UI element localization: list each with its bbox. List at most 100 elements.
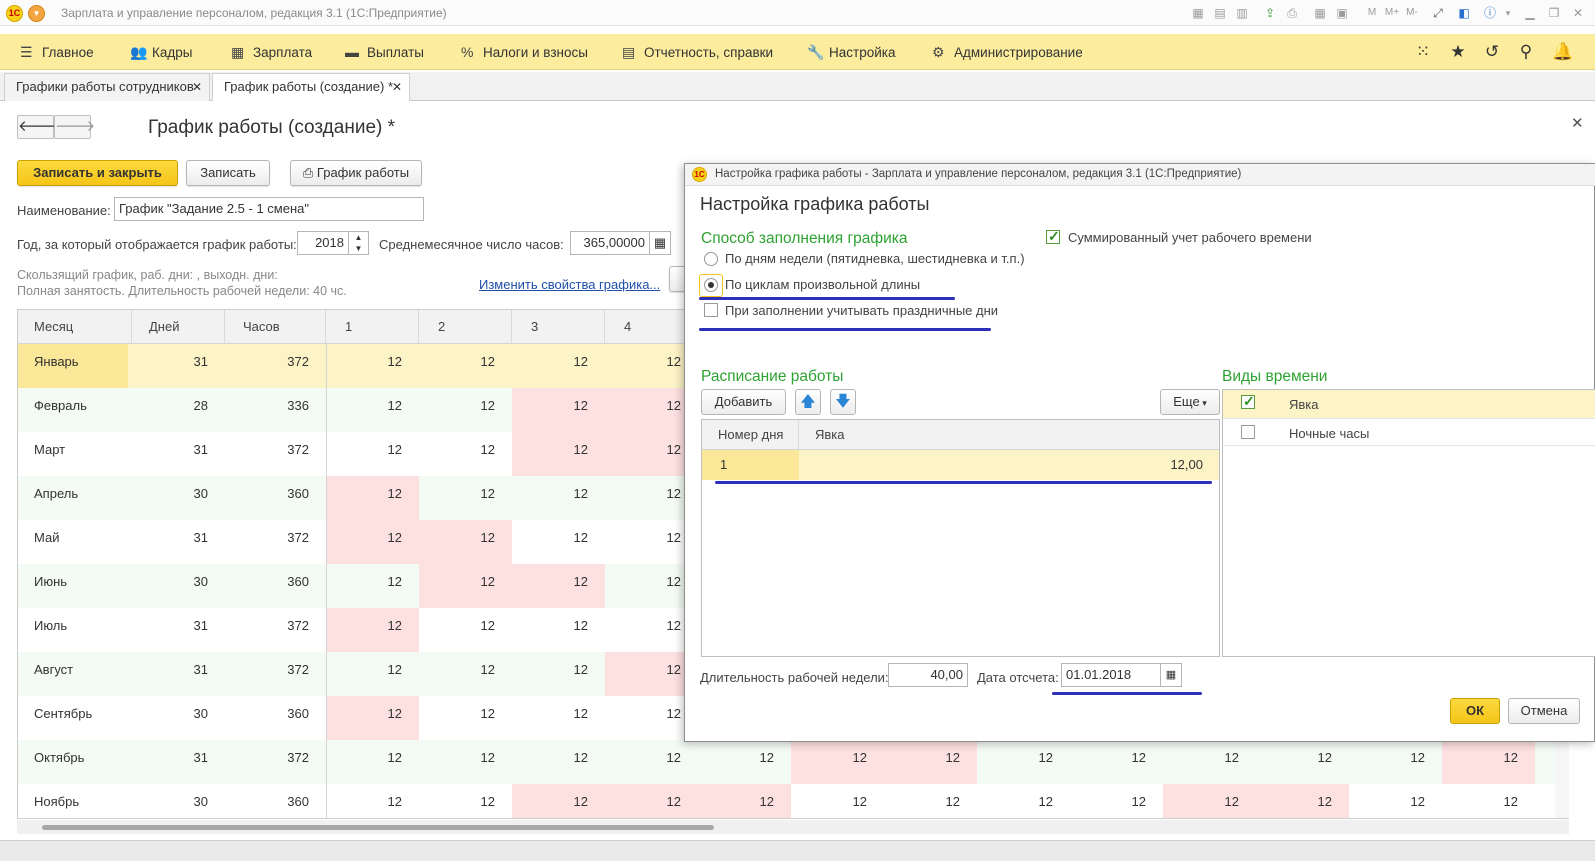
ref-date-field[interactable]: 01.01.2018 xyxy=(1061,663,1161,687)
calc-icon[interactable]: ▦ xyxy=(1312,5,1328,21)
list-item[interactable]: Явка xyxy=(1223,390,1595,418)
forward-button[interactable]: 🡒 xyxy=(54,115,95,139)
column-header[interactable]: 2 xyxy=(419,310,512,344)
annotation-underline xyxy=(699,328,991,331)
table-row[interactable]: 1 12,00 xyxy=(702,450,1219,480)
column-separator xyxy=(326,784,327,818)
time-type-checkbox[interactable] xyxy=(1241,425,1255,439)
save-icon[interactable]: ▦ xyxy=(1190,5,1206,21)
move-up-icon[interactable]: 🡅 xyxy=(795,389,821,415)
day-cell: 12 xyxy=(945,794,960,809)
day-cell: 12 xyxy=(480,398,495,413)
add-button[interactable]: Добавить xyxy=(701,389,786,415)
more-button[interactable]: Еще ▾ xyxy=(1160,389,1220,415)
ok-button[interactable]: ОК xyxy=(1450,698,1500,724)
move-down-icon[interactable]: 🡇 xyxy=(830,389,856,415)
day-cell: 12 xyxy=(480,354,495,369)
restore-icon[interactable]: ❐ xyxy=(1546,5,1562,21)
column-header[interactable]: Дней xyxy=(132,310,225,344)
time-type-checkbox[interactable] xyxy=(1241,393,1255,410)
close-icon[interactable]: ✕ xyxy=(1570,5,1586,21)
day-cell: 12 xyxy=(573,750,588,765)
menu-item-reports[interactable]: ▤ Отчетность, справки xyxy=(622,34,773,70)
bell-icon[interactable]: 🔔 xyxy=(1552,42,1573,62)
help-icon[interactable]: ⓘ xyxy=(1482,5,1498,21)
radio-cycles[interactable] xyxy=(704,278,718,292)
calendar-icon[interactable]: ▣ xyxy=(1334,5,1350,21)
menu-item-taxes[interactable]: % Налоги и взносы xyxy=(461,34,588,70)
menu-item-main[interactable]: ☰ Главное xyxy=(20,34,94,70)
menu-item-salary[interactable]: ▦ Зарплата xyxy=(231,34,312,70)
summed-accounting-checkbox[interactable] xyxy=(1046,228,1060,245)
calculator-icon[interactable]: ▦ xyxy=(649,231,671,255)
day-cell: 12 xyxy=(1256,784,1349,818)
fullscreen-icon[interactable]: ⤢ xyxy=(1430,5,1446,21)
week-length-field[interactable]: 40,00 xyxy=(888,663,968,687)
table-row[interactable]: Ноябрь 30 360 12 12 12 12 12 12 12 12 12 12 12 12 12 xyxy=(18,784,1568,818)
day-cell: 12 xyxy=(326,608,419,652)
day-cell: 12 xyxy=(387,750,402,765)
menu-item-payments[interactable]: ▬ Выплаты xyxy=(345,34,424,70)
menu-item-settings[interactable]: 🔧 Настройка xyxy=(807,34,895,70)
cancel-button[interactable]: Отмена xyxy=(1508,698,1580,724)
list-item[interactable]: Ночные часы xyxy=(1223,418,1595,446)
close-form-icon[interactable]: ✕ xyxy=(1571,114,1584,132)
tab-employee-schedules[interactable]: Графики работы сотрудников ✕ xyxy=(4,73,210,101)
scroll-thumb[interactable] xyxy=(42,825,714,830)
change-properties-link[interactable]: Изменить свойства графика... xyxy=(479,277,660,292)
menu-item-admin[interactable]: ⚙ Администрирование xyxy=(932,34,1083,70)
upload-icon[interactable]: ⇪ xyxy=(1262,5,1278,21)
column-header[interactable]: Номер дня xyxy=(702,420,799,450)
table-row[interactable]: Октябрь 31 372 12 12 12 12 12 12 12 12 12 12 12 12 12 xyxy=(18,740,1568,784)
chevron-down-icon[interactable]: ▾ xyxy=(1500,5,1516,21)
search-icon[interactable]: ⚲ xyxy=(1516,42,1536,62)
column-header[interactable]: 1 xyxy=(326,310,419,344)
year-stepper[interactable]: ▲ ▼ xyxy=(348,231,369,255)
name-field[interactable]: График "Задание 2.5 - 1 смена" xyxy=(114,197,424,221)
calendar-icon[interactable]: ▦ xyxy=(1160,663,1182,687)
time-type-label: Явка xyxy=(1289,397,1319,412)
day-cell: 12 xyxy=(1131,750,1146,765)
save-button[interactable]: Записать xyxy=(186,160,270,186)
apps-grid-icon[interactable]: ⁙ xyxy=(1413,42,1433,62)
column-header[interactable]: Часов xyxy=(225,310,326,344)
history-icon[interactable]: ↺ xyxy=(1482,42,1502,62)
memory-mminus-icon[interactable]: M- xyxy=(1404,5,1420,21)
column-separator xyxy=(326,564,327,608)
star-icon[interactable]: ★ xyxy=(1448,42,1468,62)
memory-m-icon[interactable]: M xyxy=(1364,5,1380,21)
back-button[interactable]: 🡐 xyxy=(17,115,58,139)
close-tab-icon[interactable]: ✕ xyxy=(392,74,402,100)
app-menu-icon[interactable]: ▼ xyxy=(28,5,45,22)
hours-cell: 372 xyxy=(287,442,309,457)
day-cell: 12 xyxy=(573,618,588,633)
column-header[interactable]: Месяц xyxy=(18,310,132,344)
radio-weekdays[interactable] xyxy=(704,252,718,266)
day-cell: 12 xyxy=(387,574,402,589)
column-header[interactable]: 3 xyxy=(512,310,605,344)
day-cell: 12 xyxy=(480,750,495,765)
save-and-close-button[interactable]: Записать и закрыть xyxy=(17,160,178,186)
close-tab-icon[interactable]: ✕ xyxy=(192,74,202,100)
year-field[interactable]: 2018 xyxy=(297,231,349,255)
schedule-table-header: Номер дня Явка xyxy=(702,420,1219,450)
month-cell: Май xyxy=(34,530,60,545)
printer-icon[interactable]: ⎙ xyxy=(1284,5,1300,21)
window-titlebar: 1С ▼ Зарплата и управление персоналом, р… xyxy=(0,0,1595,26)
column-separator xyxy=(326,696,327,740)
column-header[interactable]: Явка xyxy=(799,420,1219,450)
holidays-checkbox[interactable] xyxy=(704,303,718,317)
minimize-icon[interactable]: ▁ xyxy=(1522,5,1538,21)
panel-icon[interactable]: ◧ xyxy=(1456,5,1472,21)
day-cell: 12 xyxy=(480,442,495,457)
preview-icon[interactable]: ▥ xyxy=(1234,5,1250,21)
day-cell: 12 xyxy=(852,794,867,809)
memory-mplus-icon[interactable]: M+ xyxy=(1384,5,1400,21)
print-icon[interactable]: ▤ xyxy=(1212,5,1228,21)
avg-hours-field[interactable]: 365,00000 xyxy=(570,231,650,255)
tab-schedule-create[interactable]: График работы (создание) * ✕ xyxy=(212,73,410,102)
day-cell: 12 xyxy=(480,662,495,677)
menu-item-staff[interactable]: 👥 Кадры xyxy=(130,34,192,70)
schedule-print-button[interactable]: ⎙ График работы xyxy=(290,160,422,186)
horizontal-scrollbar[interactable] xyxy=(17,820,1569,834)
